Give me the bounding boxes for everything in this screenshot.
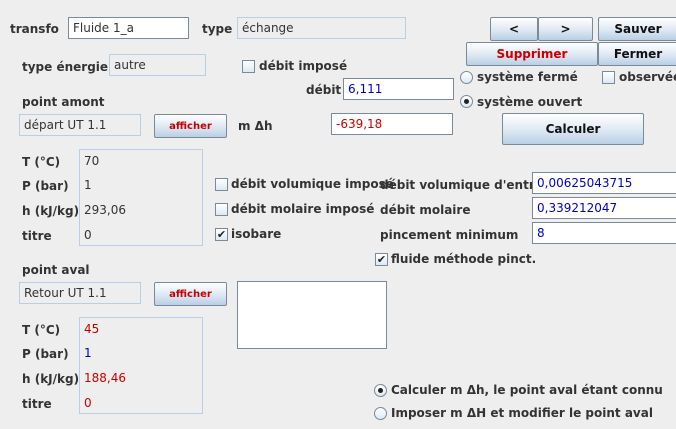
- mol-label: débit molaire: [380, 203, 471, 217]
- radio-selected-dot: [378, 388, 383, 393]
- aval-p-value: 1: [84, 346, 92, 360]
- m-dh-label: m Δh: [238, 119, 273, 133]
- observed-label: observée: [619, 70, 676, 84]
- aval-h-value: 188,46: [84, 371, 126, 385]
- point-amont-title: point amont: [22, 95, 105, 109]
- debit-label: débit: [306, 83, 342, 97]
- mol-field[interactable]: 0,339212047: [532, 197, 676, 219]
- amont-titre-value: 0: [84, 228, 92, 242]
- fluid-pinch-label: fluide méthode pinct.: [391, 252, 537, 266]
- system-open-radio[interactable]: [460, 95, 473, 108]
- aval-show-button[interactable]: afficher: [154, 282, 227, 306]
- debit-impose-label: débit imposé: [259, 59, 348, 73]
- pinch-label: pincement minimum: [380, 228, 519, 242]
- transfo-name-field[interactable]: Fluide 1_a: [68, 17, 189, 39]
- energy-type-field: autre: [109, 54, 206, 76]
- vol-impose-label: débit volumique imposé: [231, 177, 394, 191]
- save-button[interactable]: Sauver: [598, 17, 676, 41]
- vol-in-label: débit volumique d'entrée: [380, 178, 552, 192]
- radio-selected-dot: [464, 99, 469, 104]
- amont-show-button[interactable]: afficher: [154, 114, 227, 138]
- aval-titre-label: titre: [22, 397, 52, 411]
- transfo-label: transfo: [10, 22, 59, 36]
- isobare-label: isobare: [231, 227, 282, 241]
- amont-point-field: départ UT 1.1: [19, 114, 141, 136]
- amont-h-label: h (kJ/kg): [22, 204, 80, 218]
- close-button[interactable]: Fermer: [598, 42, 676, 66]
- next-button[interactable]: >: [538, 17, 593, 41]
- system-closed-label: système fermé: [477, 70, 578, 84]
- calculate-button[interactable]: Calculer: [502, 113, 644, 145]
- mode-impose-label: Imposer m ΔH et modifier le point aval: [391, 406, 653, 420]
- aval-titre-value: 0: [84, 396, 92, 410]
- isobare-checkbox[interactable]: ✔: [215, 228, 228, 241]
- type-field: échange: [237, 17, 406, 39]
- debit-impose-checkbox[interactable]: [242, 60, 255, 73]
- previous-button[interactable]: <: [490, 17, 538, 41]
- amont-t-value: 70: [84, 154, 100, 168]
- mol-impose-checkbox[interactable]: [215, 203, 228, 216]
- aval-point-field: Retour UT 1.1: [19, 282, 141, 304]
- notes-textarea[interactable]: [237, 281, 387, 349]
- vol-in-field[interactable]: 0,00625043715: [532, 172, 676, 194]
- mode-calc-radio[interactable]: [374, 384, 387, 397]
- debit-field[interactable]: 6,111: [343, 78, 454, 100]
- system-open-label: système ouvert: [477, 95, 583, 109]
- fluid-pinch-checkbox[interactable]: ✔: [375, 253, 388, 266]
- point-aval-title: point aval: [22, 263, 90, 277]
- aval-t-label: T (°C): [22, 323, 61, 337]
- vol-impose-checkbox[interactable]: [215, 178, 228, 191]
- aval-h-label: h (kJ/kg): [22, 372, 80, 386]
- mol-impose-label: débit molaire imposé: [231, 202, 375, 216]
- energy-type-label: type énergie: [22, 60, 109, 74]
- observed-checkbox[interactable]: [602, 71, 615, 84]
- mode-impose-radio[interactable]: [374, 407, 387, 420]
- m-dh-field[interactable]: -639,18: [331, 113, 453, 135]
- amont-titre-label: titre: [22, 229, 52, 243]
- delete-button[interactable]: Supprimer: [466, 42, 598, 66]
- system-closed-radio[interactable]: [460, 71, 473, 84]
- pinch-field[interactable]: 8: [532, 222, 676, 244]
- amont-p-value: 1: [84, 178, 92, 192]
- amont-t-label: T (°C): [22, 155, 61, 169]
- aval-p-label: P (bar): [22, 347, 69, 361]
- aval-t-value: 45: [84, 322, 100, 336]
- amont-h-value: 293,06: [84, 203, 126, 217]
- mode-calc-label: Calculer m Δh, le point aval étant connu: [391, 383, 663, 397]
- type-label: type: [202, 22, 233, 36]
- amont-p-label: P (bar): [22, 179, 69, 193]
